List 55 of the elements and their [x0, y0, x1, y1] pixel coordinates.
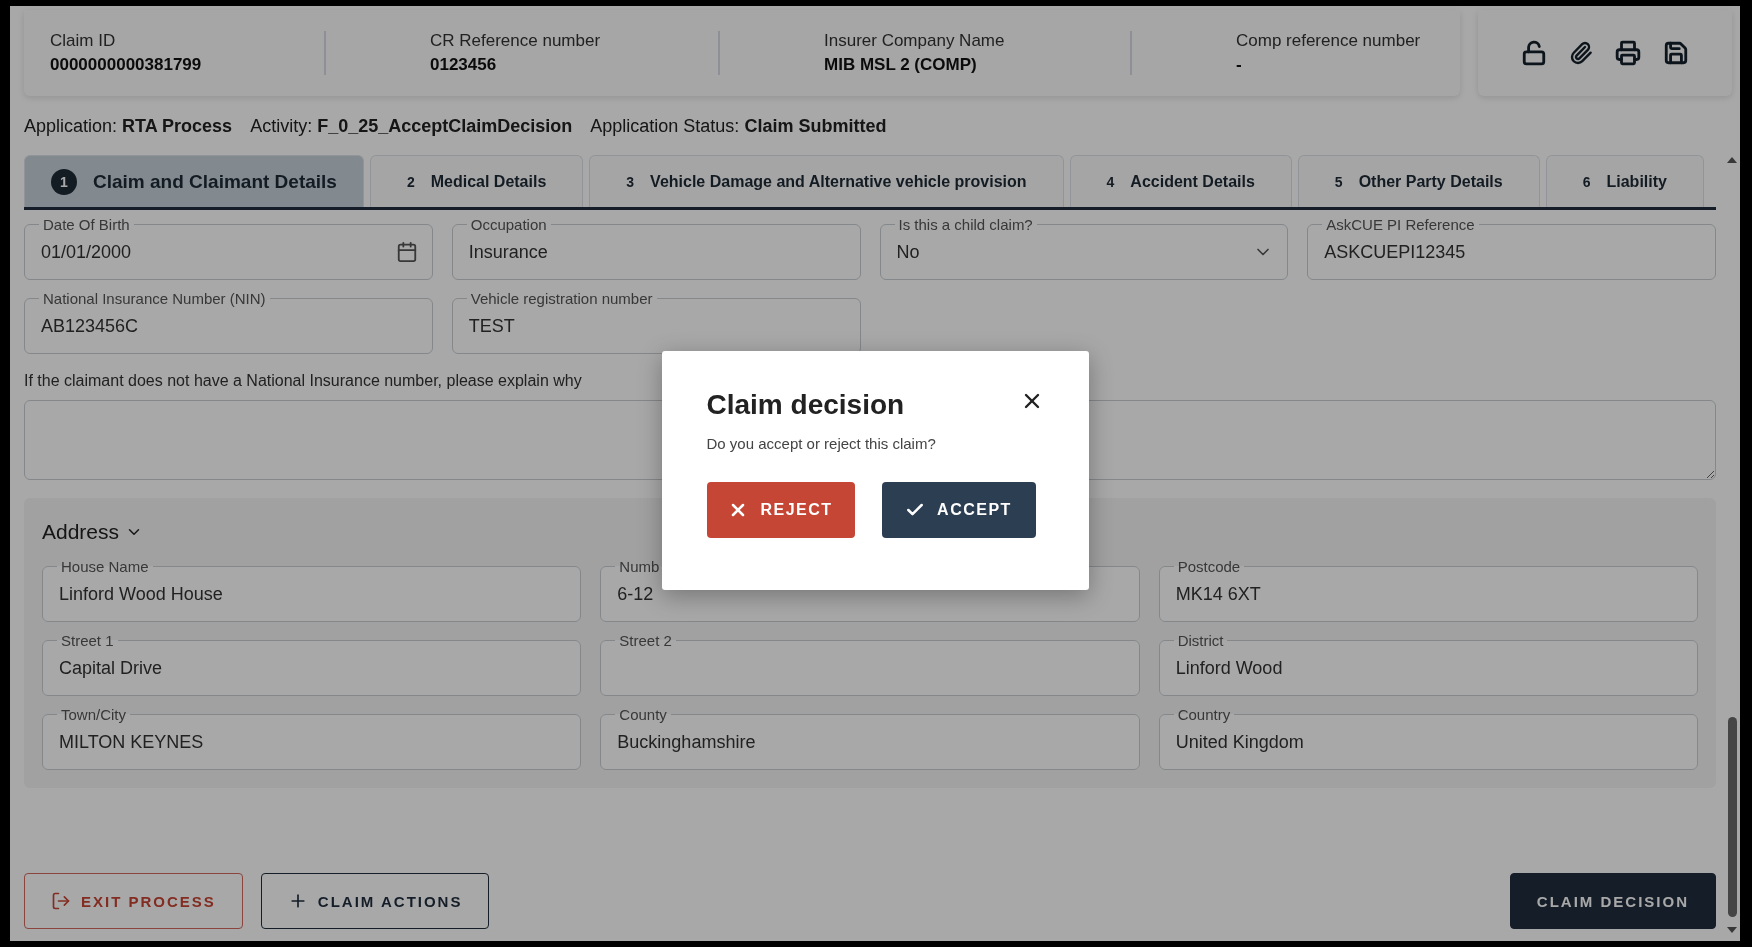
dialog-title: Claim decision [706, 389, 905, 421]
info-label: CR Reference number [430, 31, 602, 51]
input-field[interactable]: Vehicle registration number TEST [451, 290, 861, 354]
info-value: MIB MSL 2 (COMP) [824, 55, 978, 75]
field-label: National Insurance Number (NIN) [42, 290, 267, 307]
claim-actions-button[interactable]: CLAIM ACTIONS [260, 873, 490, 929]
info-label: Insurer Company Name [824, 31, 1006, 51]
paperclip-icon[interactable] [1569, 41, 1593, 65]
input-field[interactable]: Occupation Insurance [451, 216, 861, 280]
tab[interactable]: 4 Accident Details [1069, 155, 1292, 207]
field-label: Postcode [1176, 558, 1242, 575]
input-field[interactable]: Is this a child claim? No [879, 216, 1289, 280]
address-toggle[interactable]: Address [42, 512, 144, 552]
field-label: Numb [618, 558, 661, 575]
field-label: AskCUE PI Reference [1325, 216, 1476, 233]
input-field[interactable]: Postcode MK14 6XT [1158, 558, 1698, 622]
tab[interactable]: 1 Claim and Claimant Details [24, 155, 364, 207]
field-label: Is this a child claim? [897, 216, 1034, 233]
info-value: 0123456 [430, 55, 498, 75]
tab[interactable]: 3 Vehicle Damage and Alternative vehicle provision [589, 155, 1064, 207]
save-icon[interactable] [1663, 40, 1689, 66]
accept-button[interactable]: ACCEPT [881, 482, 1036, 538]
status-text: Application Status: Claim Submitted [590, 116, 887, 137]
field-label: Street 2 [618, 632, 673, 649]
reject-button[interactable]: REJECT [706, 482, 855, 538]
status-text: Application: RTA Process [24, 116, 233, 137]
field-label: Country [1176, 706, 1232, 723]
exit-process-button[interactable]: EXIT PROCESS [24, 873, 243, 929]
tab[interactable]: 6 Liability [1545, 155, 1704, 207]
field-label: County [618, 706, 668, 723]
info-label: Claim ID [50, 31, 117, 51]
input-field[interactable]: District Linford Wood [1158, 632, 1698, 696]
input-field[interactable]: Town/City MILTON KEYNES [42, 706, 582, 770]
info-value: 0000000000381799 [50, 55, 203, 75]
tab[interactable]: 2 Medical Details [369, 155, 584, 207]
info-label: Comp reference number [1236, 31, 1422, 51]
claim-decision-button[interactable]: CLAIM DECISION [1509, 873, 1716, 929]
field-label: House Name [60, 558, 150, 575]
field-label: Town/City [60, 706, 128, 723]
field-label: Street 1 [60, 632, 115, 649]
exit-icon [51, 891, 71, 911]
field-label: If the claimant does not have a National Insurance number, please explain why [24, 372, 583, 390]
field-label: District [1176, 632, 1225, 649]
dialog-message: Do you accept or reject this claim? [706, 435, 937, 452]
info-value: - [1236, 55, 1243, 75]
field-label: Date Of Birth [42, 216, 131, 233]
tab[interactable]: 5 Other Party Details [1297, 155, 1540, 207]
input-field[interactable]: AskCUE PI Reference ASKCUEPI12345 [1307, 216, 1716, 280]
status-text: Activity: F_0_25_AcceptClaimDecision [250, 116, 573, 137]
input-field[interactable]: Date Of Birth 01/01/2000 [24, 216, 433, 280]
input-field[interactable]: National Insurance Number (NIN) AB123456C [24, 290, 433, 354]
unlocked-padlock-icon[interactable] [1521, 40, 1547, 66]
field-label: Occupation [469, 216, 548, 233]
field-label: Vehicle registration number [469, 290, 654, 307]
printer-icon[interactable] [1615, 40, 1641, 66]
